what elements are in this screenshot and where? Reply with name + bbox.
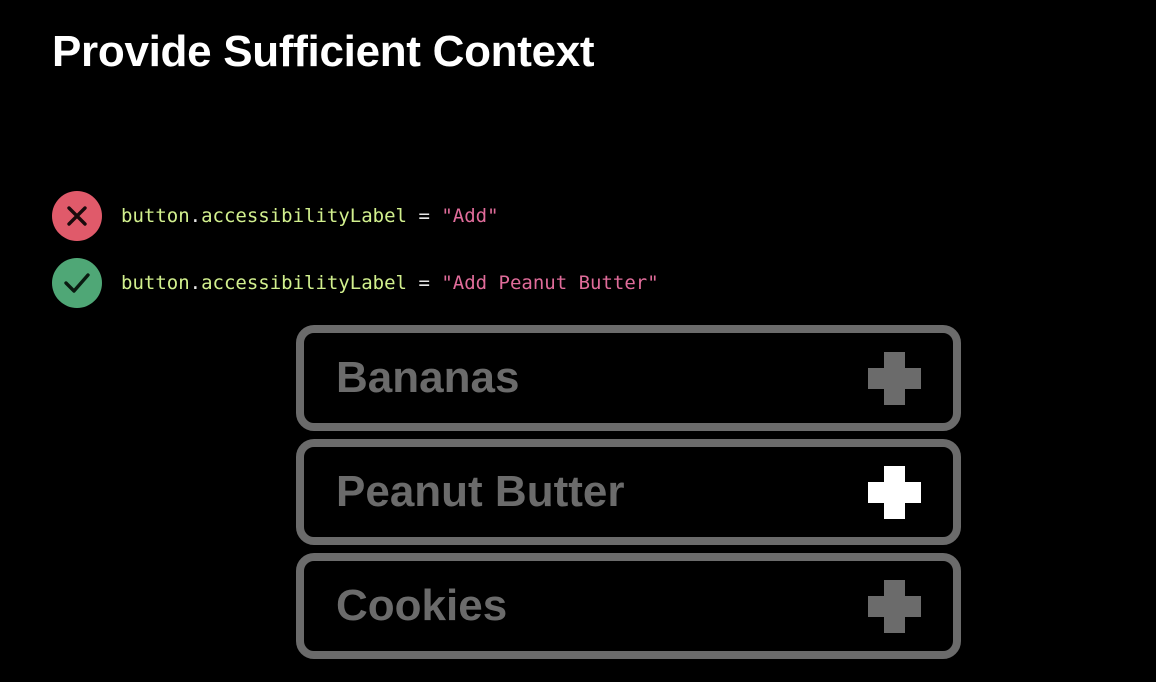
code-receiver: button bbox=[121, 272, 190, 294]
code-dot: . bbox=[189, 272, 202, 294]
code-dot: . bbox=[189, 205, 202, 227]
bad-example: button.accessibilityLabel = "Add" bbox=[52, 191, 499, 241]
add-cookies-button[interactable] bbox=[868, 580, 921, 633]
list-item-cookies: Cookies bbox=[296, 553, 961, 659]
good-example-code: button.accessibilityLabel = "Add Peanut … bbox=[121, 271, 659, 295]
code-receiver: button bbox=[121, 205, 190, 227]
x-mark-icon bbox=[52, 191, 102, 241]
code-string-value: "Add Peanut Butter" bbox=[441, 272, 659, 294]
list-item-peanut-butter: Peanut Butter bbox=[296, 439, 961, 545]
item-label: Bananas bbox=[336, 353, 520, 402]
item-label: Cookies bbox=[336, 581, 508, 630]
grocery-item-list: Bananas Peanut Butter Cookies bbox=[296, 325, 961, 667]
slide-title: Provide Sufficient Context bbox=[52, 27, 595, 76]
bad-example-code: button.accessibilityLabel = "Add" bbox=[121, 204, 499, 228]
checkmark-icon bbox=[52, 258, 102, 308]
code-operator: = bbox=[407, 205, 442, 227]
code-property: accessibilityLabel bbox=[201, 205, 407, 227]
code-operator: = bbox=[407, 272, 442, 294]
list-item-bananas: Bananas bbox=[296, 325, 961, 431]
add-bananas-button[interactable] bbox=[868, 352, 921, 405]
good-example: button.accessibilityLabel = "Add Peanut … bbox=[52, 258, 659, 308]
code-property: accessibilityLabel bbox=[201, 272, 407, 294]
item-label: Peanut Butter bbox=[336, 467, 625, 516]
add-peanut-butter-button[interactable] bbox=[868, 466, 921, 519]
code-string-value: "Add" bbox=[441, 205, 499, 227]
